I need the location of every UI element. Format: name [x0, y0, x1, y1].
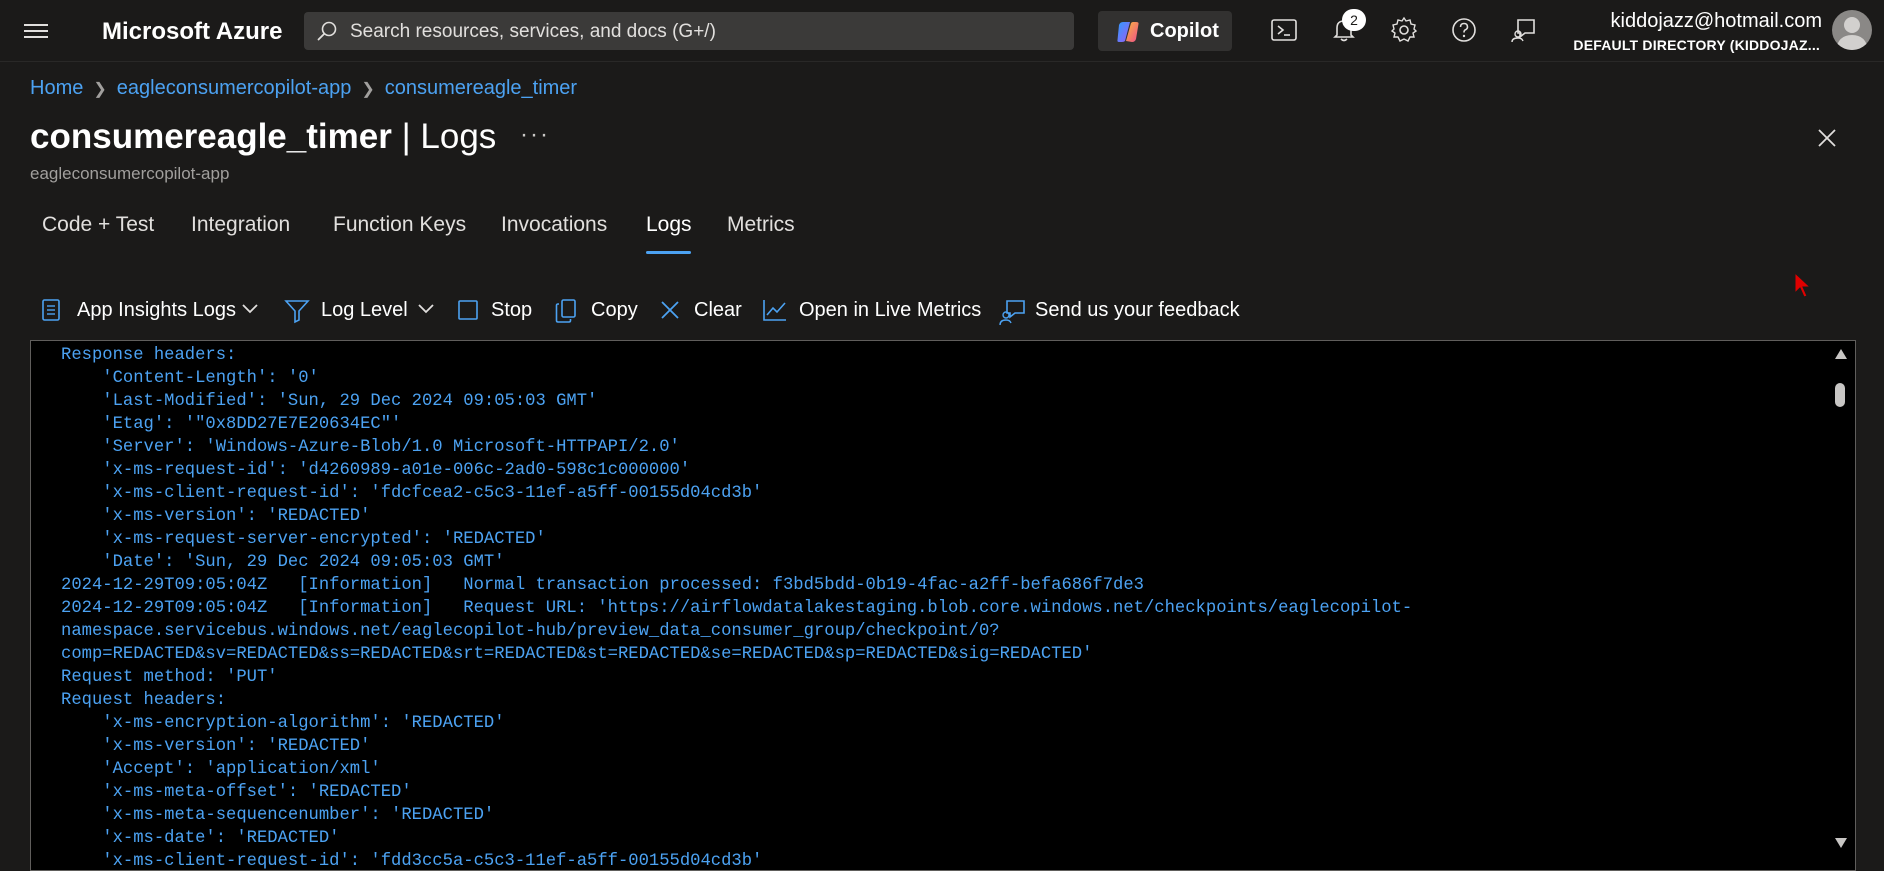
clear-button[interactable]: Clear [658, 292, 744, 328]
copy-button[interactable]: Copy [554, 292, 638, 328]
log-line: comp=REDACTED&sv=REDACTED&ss=REDACTED&sr… [61, 645, 1093, 664]
mouse-pointer-icon [1794, 272, 1812, 298]
log-line: Response headers: [61, 346, 237, 365]
app-insights-logs-label: App Insights Logs [77, 299, 236, 321]
active-tab-indicator [646, 251, 691, 254]
breadcrumb-function[interactable]: consumereagle_timer [385, 77, 577, 99]
breadcrumb-function-app[interactable]: eagleconsumercopilot-app [117, 77, 352, 99]
log-line: 'Last-Modified': 'Sun, 29 Dec 2024 09:05… [61, 392, 598, 411]
scroll-down-arrow-icon[interactable] [1835, 838, 1847, 848]
send-feedback-label: Send us your feedback [1035, 299, 1240, 321]
clear-x-icon [661, 301, 679, 319]
log-level-label: Log Level [321, 299, 408, 321]
brand-title[interactable]: Microsoft Azure [102, 18, 282, 46]
log-line: 2024-12-29T09:05:04Z [Information] Norma… [61, 576, 1144, 595]
page-title-section: Logs [420, 117, 497, 156]
tab-invocations[interactable]: Invocations [501, 213, 607, 237]
log-line: 'x-ms-meta-offset': 'REDACTED' [61, 783, 412, 802]
log-line: 'x-ms-request-id': 'd4260989-a01e-006c-2… [61, 461, 691, 480]
log-line: 'x-ms-version': 'REDACTED' [61, 507, 371, 526]
log-line: Request headers: [61, 691, 227, 710]
log-console[interactable]: Response headers: 'Content-Length': '0' … [30, 340, 1856, 871]
global-search[interactable] [304, 12, 1074, 52]
log-line: 'Accept': 'application/xml' [61, 760, 381, 779]
page-title-name: consumereagle_timer [30, 117, 392, 156]
copilot-label: Copilot [1150, 20, 1219, 42]
user-email[interactable]: kiddojazz@hotmail.com [1611, 10, 1823, 33]
log-line: 'x-ms-encryption-algorithm': 'REDACTED' [61, 714, 505, 733]
stop-icon [458, 300, 478, 320]
help-icon[interactable] [1450, 16, 1478, 44]
log-line: 'x-ms-client-request-id': 'fdcfcea2-c5c3… [61, 484, 763, 503]
scroll-thumb[interactable] [1835, 383, 1845, 407]
log-line: 'x-ms-version': 'REDACTED' [61, 737, 371, 756]
hamburger-menu-icon[interactable] [24, 20, 48, 40]
send-feedback-button[interactable]: Send us your feedback [998, 292, 1240, 328]
search-input[interactable] [348, 12, 1062, 52]
notification-badge: 2 [1342, 9, 1366, 31]
log-line: 2024-12-29T09:05:04Z [Information] Reque… [61, 599, 1413, 618]
document-list-icon [42, 299, 60, 321]
log-line: 'Etag': '"0x8DD27E7E20634EC"' [61, 415, 402, 434]
tab-metrics[interactable]: Metrics [727, 213, 795, 237]
more-options-button[interactable]: ··· [520, 121, 550, 149]
tab-code-test[interactable]: Code + Test [42, 213, 154, 237]
chevron-down-icon [418, 304, 434, 314]
copy-label: Copy [591, 299, 638, 321]
breadcrumb-chevron-icon: ❯ [361, 81, 375, 98]
scroll-up-arrow-icon[interactable] [1835, 349, 1847, 359]
chevron-down-icon [242, 304, 258, 314]
filter-icon [284, 300, 310, 324]
log-line: 'x-ms-meta-sequencenumber': 'REDACTED' [61, 806, 495, 825]
search-icon [317, 21, 337, 41]
stop-button[interactable]: Stop [456, 292, 534, 328]
line-chart-icon [763, 300, 786, 321]
open-live-metrics-button[interactable]: Open in Live Metrics [762, 292, 981, 328]
close-icon[interactable] [1816, 127, 1838, 149]
cloud-shell-icon[interactable] [1270, 16, 1298, 44]
page-title-separator: | [401, 117, 411, 156]
tab-integration[interactable]: Integration [191, 213, 290, 237]
settings-gear-icon[interactable] [1390, 16, 1418, 44]
feedback-icon[interactable] [1510, 16, 1538, 44]
page-subtitle: eagleconsumercopilot-app [30, 164, 230, 183]
page-title: consumereagle_timer | Logs [30, 117, 496, 157]
breadcrumb: Home ❯ eagleconsumercopilot-app ❯ consumerea… [30, 77, 577, 100]
copy-icon [555, 299, 576, 323]
user-avatar-icon [1836, 17, 1868, 50]
log-line: 'Server': 'Windows-Azure-Blob/1.0 Micros… [61, 438, 680, 457]
tab-logs[interactable]: Logs [646, 213, 692, 237]
user-directory[interactable]: DEFAULT DIRECTORY (KIDDOJAZ... [1573, 37, 1820, 53]
log-line: 'Content-Length': '0' [61, 369, 319, 388]
log-line: 'x-ms-request-server-encrypted': 'REDACT… [61, 530, 546, 549]
log-line: 'x-ms-client-request-id': 'fdd3cc5a-c5c3… [61, 852, 763, 871]
tab-function-keys[interactable]: Function Keys [333, 213, 466, 237]
log-scrollbar[interactable] [1827, 341, 1855, 870]
breadcrumb-home[interactable]: Home [30, 77, 83, 99]
log-line: Request method: 'PUT' [61, 668, 278, 687]
log-line: 'Date': 'Sun, 29 Dec 2024 09:05:03 GMT' [61, 553, 505, 572]
top-bar: Microsoft Azure Copilot 2 [0, 0, 1884, 62]
user-avatar[interactable] [1832, 10, 1872, 50]
log-line: namespace.servicebus.windows.net/eagleco… [61, 622, 1000, 641]
app-insights-logs-dropdown[interactable]: App Insights Logs [40, 292, 264, 328]
log-level-dropdown[interactable]: Log Level [284, 292, 434, 328]
open-live-metrics-label: Open in Live Metrics [799, 299, 982, 321]
copilot-button[interactable]: Copilot [1098, 11, 1232, 51]
breadcrumb-chevron-icon: ❯ [93, 81, 107, 98]
log-line: 'x-ms-date': 'REDACTED' [61, 829, 340, 848]
copilot-icon [1117, 22, 1139, 42]
stop-label: Stop [491, 299, 533, 321]
clear-label: Clear [694, 299, 742, 321]
feedback-person-icon [999, 300, 1025, 326]
log-output: Response headers: 'Content-Length': '0' … [61, 344, 1841, 871]
